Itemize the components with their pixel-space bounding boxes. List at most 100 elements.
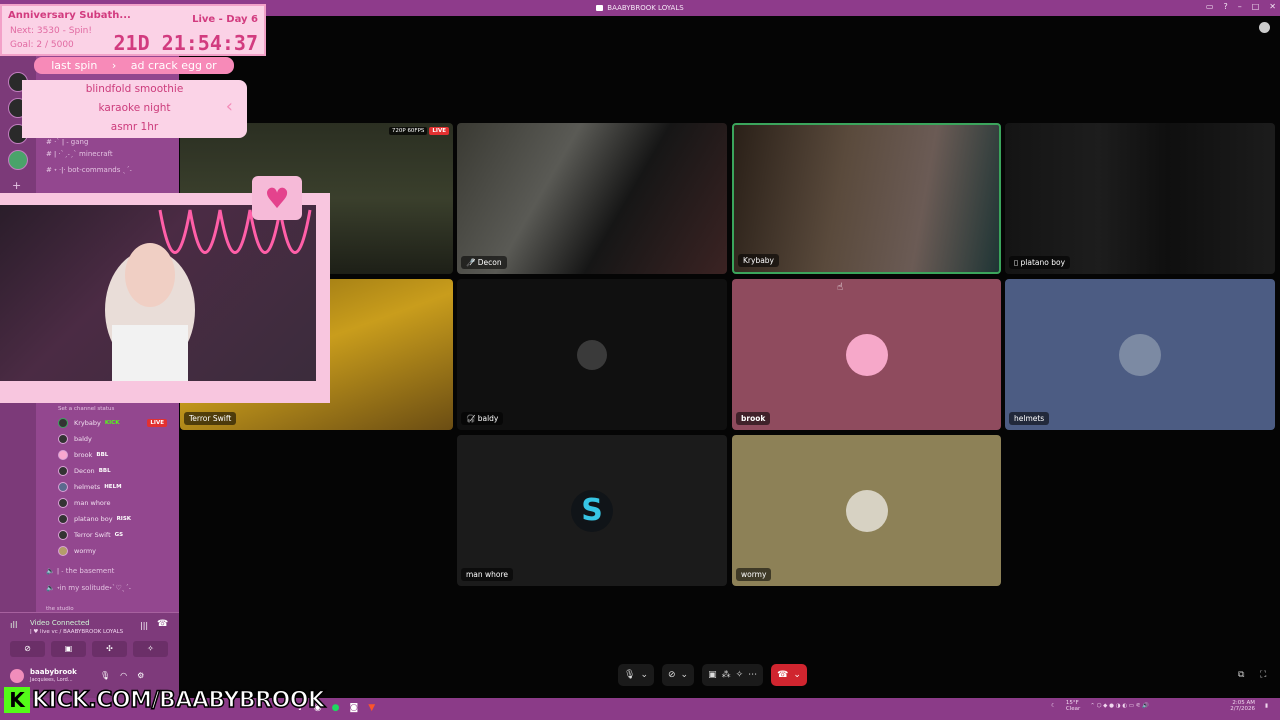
spotify-icon[interactable]: ● (332, 703, 340, 713)
brave-icon[interactable]: ▼ (368, 703, 375, 713)
chevron-down-icon[interactable]: ⌄ (681, 670, 689, 680)
clock[interactable]: 2:05 AM 2/7/2026 (1230, 700, 1255, 712)
spin-wheel-list: blindfold smoothie karaoke night asmr 1h… (22, 80, 247, 138)
settings-icon[interactable]: ⚙ (137, 671, 144, 680)
voice-channel[interactable]: 🔈 ǀ ˗ the basement (46, 567, 114, 575)
avatar (58, 434, 68, 444)
help-icon[interactable]: ? (1223, 2, 1227, 11)
chevron-left-icon: ‹ (225, 96, 233, 117)
mic-icon[interactable]: 🎙 (100, 671, 110, 680)
text-channel[interactable]: # ǀ ·ˋˏ˗ˏˋ minecraft (46, 150, 113, 158)
voice-user-row[interactable]: Terror Swift GS (58, 528, 123, 542)
window-title: BAABYBROOK LOYALS (607, 4, 684, 12)
inbox-icon[interactable]: ▭ (1206, 2, 1214, 11)
clock-date: 2/7/2026 (1230, 706, 1255, 712)
chevron-down-icon[interactable]: ⌄ (640, 670, 648, 680)
voice-user-row[interactable]: wormy (58, 544, 96, 558)
voice-user-name: platano boy (74, 515, 113, 523)
disconnect-icon[interactable]: ☎ (157, 619, 168, 629)
hangup-button[interactable]: ☎ ⌄ (771, 664, 807, 686)
noise-suppression-icon[interactable]: ||| (140, 621, 148, 630)
avatar (58, 514, 68, 524)
connection-status: Video Connected (30, 619, 90, 627)
voice-user-name: wormy (74, 547, 97, 555)
kick-url: KICK.COM/BAABYBROOK (31, 687, 326, 714)
add-server-icon[interactable]: + (12, 179, 21, 192)
screen-share-button[interactable]: ▣ (51, 641, 86, 657)
user-name[interactable]: baabybrook (30, 668, 77, 676)
channel-label: ǀ ·ˋˏ˗ˏˋ minecraft (54, 150, 113, 158)
system-tray: ☾ 15°F Clear ⌃ ⬡ ◆ ● ◑ ◐ ▭ ⚟ 🔊 2:05 AM 2/7… (1051, 700, 1268, 712)
avatar[interactable] (10, 669, 24, 683)
minimize-button[interactable]: – (1238, 2, 1242, 11)
voice-user-row[interactable]: platano boy RISK (58, 512, 131, 526)
stream-badges: 720P 60FPS LIVE (388, 127, 449, 135)
text-channel[interactable]: # ˖ ·ǀ· bot-commands ˎˊ˗ (46, 166, 132, 174)
kick-branding: K KICK.COM/BAABYBROOK (4, 686, 326, 714)
voice-user-row[interactable]: baldy (58, 432, 92, 446)
chat-toggle-icon[interactable] (1259, 22, 1270, 33)
default-avatar-icon (577, 339, 607, 370)
video-tile[interactable]: S man whore (457, 435, 727, 586)
avatar (845, 489, 888, 532)
server-tag: BBL (96, 452, 109, 458)
video-tile[interactable]: ▯ platano boy (1005, 123, 1275, 274)
text-channel[interactable]: # ·ˋ ǀ ˗ gang (46, 138, 88, 146)
voice-user-row[interactable]: helmets HELM (58, 480, 122, 494)
avatar (845, 333, 888, 376)
fullscreen-icon[interactable]: ⛶ (1260, 670, 1266, 680)
subathon-timer: 21D 21:54:37 (113, 31, 259, 55)
voice-user-row[interactable]: man whore (58, 496, 110, 510)
voice-user-row[interactable]: Krybaby KICK (58, 416, 119, 430)
popout-icon[interactable]: ⧉ (1238, 670, 1244, 680)
server-tag: HELM (104, 484, 122, 490)
mouse-cursor-icon: ☝ (837, 282, 844, 293)
voice-action-row: ⊘ ▣ ✣ ✧ (10, 641, 168, 657)
headphones-icon[interactable]: ◠ (120, 671, 127, 680)
avatar (58, 498, 68, 508)
last-spin-label: last spin (51, 59, 98, 72)
video-tile[interactable]: 🎤̸ Decon (457, 123, 727, 274)
discord-icon[interactable]: ◙ (349, 703, 358, 713)
voice-user-name: helmets (74, 483, 101, 491)
participant-name: brook (736, 412, 771, 425)
soundboard-icon[interactable]: ✧ (736, 670, 744, 680)
connection-channel[interactable]: ǀ ♥ live vc / BAABYBROOK LOYALS (30, 629, 123, 635)
chevron-down-icon[interactable]: ⌄ (793, 670, 801, 680)
spin-item: karaoke night (98, 102, 171, 114)
video-tile[interactable]: 🎧̸ baldy (457, 279, 727, 430)
voice-user-name: Krybaby (74, 419, 101, 427)
avatar (58, 466, 68, 476)
voice-user-name: baldy (74, 435, 92, 443)
close-button[interactable]: ✕ (1269, 2, 1276, 11)
channel-label: ·ˋ ǀ ˗ gang (54, 138, 89, 146)
more-icon[interactable]: ⋯ (748, 670, 757, 680)
channel-label: ǀ ˗ the basement (56, 567, 115, 575)
video-tile[interactable]: helmets (1005, 279, 1275, 430)
voice-user-row[interactable]: Decon BBL (58, 464, 111, 478)
notifications-icon[interactable]: ▮ (1265, 703, 1268, 709)
activities-icon[interactable]: ⁂ (722, 670, 731, 680)
call-controls: 🎙 ⌄ ⊘ ⌄ ▣ ⁂ ✧ ⋯ ☎ ⌄ (618, 664, 807, 686)
mic-button[interactable]: 🎙 ⌄ (618, 664, 654, 686)
video-tile[interactable]: wormy (732, 435, 1001, 586)
share-screen-button[interactable]: ▣ ⁂ ✧ ⋯ (702, 664, 764, 686)
video-tile[interactable]: Krybaby (732, 123, 1001, 274)
avatar (58, 546, 68, 556)
tray-icons[interactable]: ⌃ ⬡ ◆ ● ◑ ◐ ▭ ⚟ 🔊 (1090, 703, 1220, 709)
camera-button[interactable]: ⊘ ⌄ (661, 664, 695, 686)
participant-name: 🎧̸ baldy (461, 412, 504, 425)
voice-channel[interactable]: 🔈 ˖in my solitude˖ˋ♡ˎˊ˗ (46, 584, 131, 592)
weather[interactable]: 15°F Clear (1066, 700, 1080, 712)
channel-status-hint[interactable]: Set a channel status (58, 406, 114, 412)
weather-icon: ☾ (1050, 703, 1056, 709)
participant-name: man whore (461, 568, 514, 581)
video-tile[interactable]: brook (732, 279, 1001, 430)
camera-button[interactable]: ⊘ (10, 641, 45, 657)
soundboard-button[interactable]: ✧ (133, 641, 168, 657)
server-icon[interactable] (8, 150, 28, 170)
activity-button[interactable]: ✣ (92, 641, 127, 657)
voice-user-row[interactable]: brook BBL (58, 448, 108, 462)
maximize-button[interactable]: □ (1252, 2, 1260, 11)
kick-logo-icon: K (4, 687, 30, 713)
